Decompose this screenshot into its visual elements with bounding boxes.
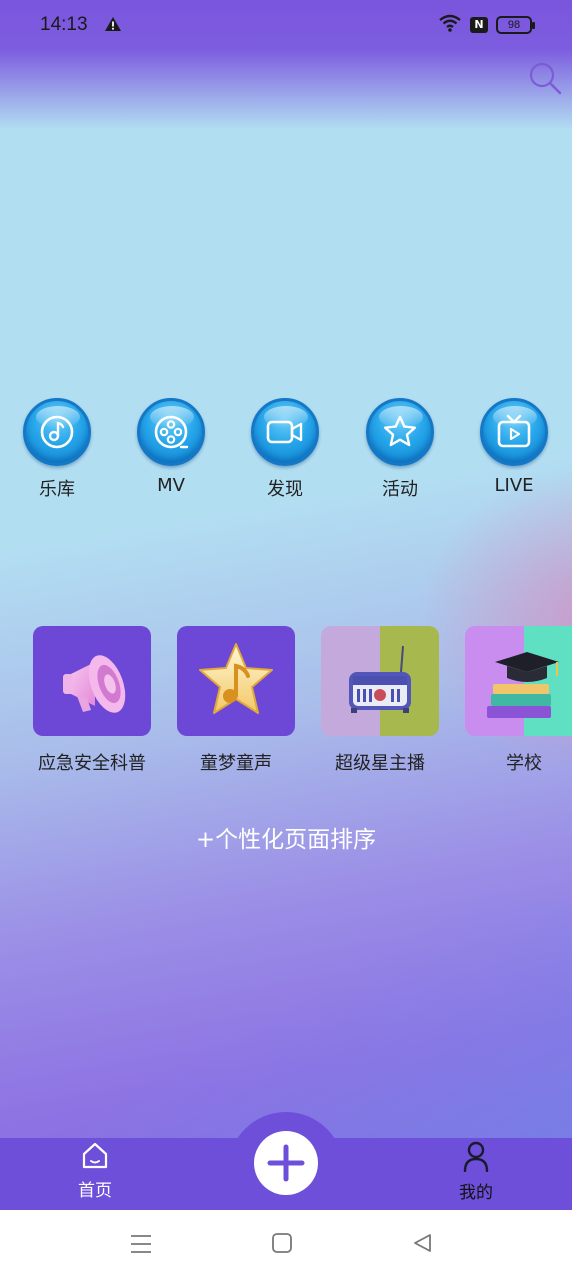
- quick-nav-discover[interactable]: 发现: [240, 398, 330, 501]
- status-time: 14:13: [40, 14, 88, 35]
- quick-nav-label: 乐库: [39, 479, 75, 500]
- graduation-books-icon: [465, 626, 572, 736]
- home-icon: [82, 1142, 108, 1169]
- feature-card-label: 超级星主播: [335, 753, 425, 774]
- nav-home[interactable]: 首页: [55, 1140, 135, 1201]
- feature-card-safety[interactable]: 应急安全科普: [33, 626, 151, 775]
- wifi-icon: [438, 14, 462, 36]
- search-button[interactable]: [527, 60, 563, 96]
- feature-cards-row: 应急安全科普 童梦童声 超级星主播 学校: [0, 626, 572, 776]
- system-nav-bar: [0, 1210, 572, 1280]
- quick-nav-label: 活动: [382, 479, 418, 500]
- megaphone-icon: [33, 626, 151, 736]
- feature-card-label: 学校: [506, 753, 542, 774]
- star-music-icon: [177, 626, 295, 736]
- feature-card-school[interactable]: 学校: [465, 626, 572, 775]
- add-button[interactable]: [254, 1131, 318, 1195]
- tv-play-icon: [480, 398, 548, 466]
- menu-icon: [131, 1235, 151, 1253]
- system-home-button[interactable]: [271, 1232, 293, 1258]
- quick-nav-label: LIVE: [494, 475, 534, 496]
- nav-mine[interactable]: 我的: [436, 1140, 516, 1203]
- feature-card-label: 童梦童声: [200, 753, 272, 774]
- back-triangle-icon: [414, 1234, 431, 1252]
- nav-home-label: 首页: [78, 1181, 112, 1201]
- star-icon: [366, 398, 434, 466]
- plus-icon: [267, 1144, 305, 1182]
- film-reel-icon: [137, 398, 205, 466]
- quick-nav-label: 发现: [267, 479, 303, 500]
- feature-card-label: 应急安全科普: [38, 753, 146, 774]
- quick-nav-live[interactable]: LIVE: [469, 398, 559, 496]
- music-note-icon: [23, 398, 91, 466]
- feature-card-childhood-voice[interactable]: 童梦童声: [177, 626, 295, 775]
- search-icon: [529, 62, 562, 95]
- warning-icon: [104, 16, 122, 36]
- quick-nav-music-library[interactable]: 乐库: [12, 398, 102, 501]
- battery-indicator: 98: [496, 16, 535, 34]
- user-icon: [463, 1141, 489, 1172]
- square-icon: [272, 1233, 292, 1253]
- nfc-icon: N: [470, 17, 488, 33]
- radio-icon: [321, 626, 439, 736]
- quick-nav-mv[interactable]: MV: [126, 398, 216, 496]
- status-bar: 14:13 N 98: [0, 0, 572, 52]
- video-camera-icon: [251, 398, 319, 466]
- nav-mine-label: 我的: [459, 1183, 493, 1203]
- quick-nav-row: 乐库 MV 发现 活动 LIVE: [0, 398, 572, 508]
- quick-nav-activity[interactable]: 活动: [355, 398, 445, 501]
- personalize-sort-link[interactable]: +个性化页面排序: [0, 820, 572, 854]
- status-indicators: N 98: [438, 14, 535, 36]
- system-back-button[interactable]: [411, 1232, 433, 1258]
- feature-card-super-host[interactable]: 超级星主播: [321, 626, 439, 775]
- system-menu-button[interactable]: [129, 1232, 153, 1260]
- quick-nav-label: MV: [157, 475, 185, 496]
